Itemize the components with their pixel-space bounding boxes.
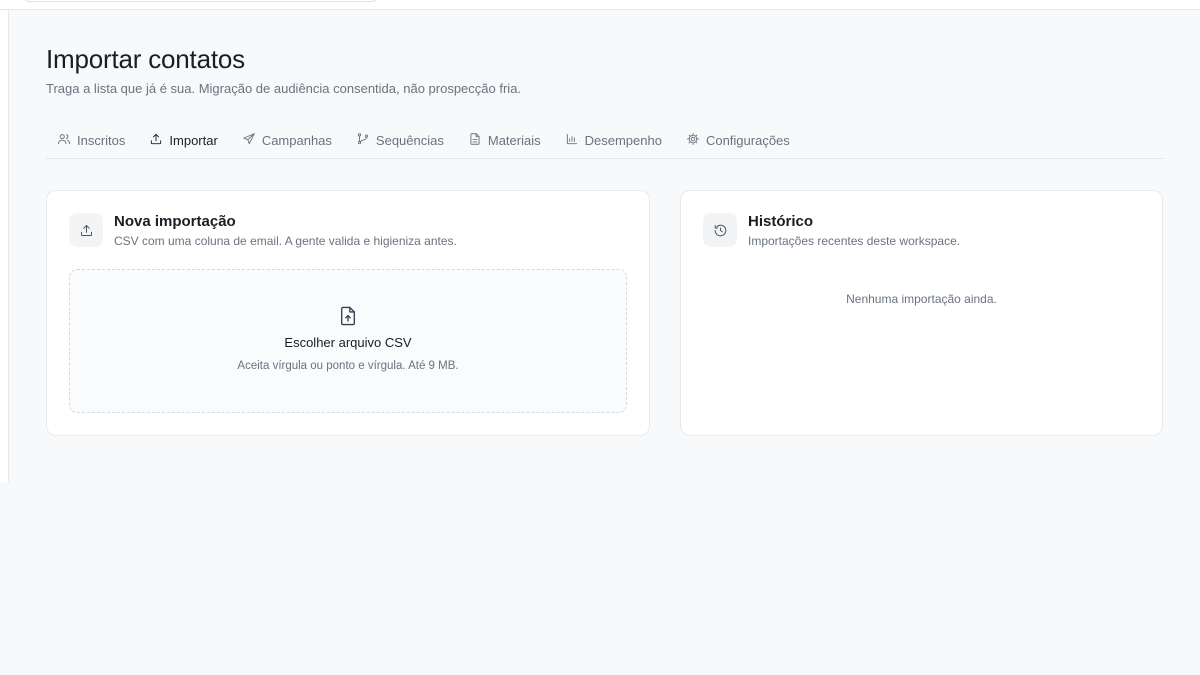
new-import-description: CSV com uma coluna de email. A gente val… bbox=[114, 234, 457, 248]
tab-inscritos[interactable]: Inscritos bbox=[46, 122, 137, 158]
sidebar bbox=[0, 10, 9, 482]
tab-campanhas[interactable]: Campanhas bbox=[230, 122, 344, 158]
choose-csv-button[interactable]: Escolher arquivo CSV bbox=[70, 335, 626, 350]
history-title: Histórico bbox=[748, 213, 814, 230]
send-icon bbox=[242, 132, 256, 149]
tab-sequencias[interactable]: Sequências bbox=[344, 122, 456, 158]
users-icon bbox=[57, 132, 71, 149]
tab-materiais[interactable]: Materiais bbox=[456, 122, 553, 158]
git-branch-icon bbox=[356, 132, 370, 149]
history-icon bbox=[703, 213, 737, 247]
top-bar bbox=[0, 0, 1200, 10]
history-empty-state: Nenhuma importação ainda. bbox=[846, 292, 997, 306]
upload-icon bbox=[69, 213, 103, 247]
page-subtitle: Traga a lista que já é sua. Migração de … bbox=[46, 81, 522, 96]
gear-icon bbox=[686, 132, 700, 149]
tab-desempenho[interactable]: Desempenho bbox=[553, 122, 674, 158]
file-text-icon bbox=[468, 132, 482, 149]
tab-label: Importar bbox=[169, 132, 218, 148]
search-input[interactable] bbox=[22, 0, 380, 2]
tab-label: Inscritos bbox=[77, 132, 126, 148]
page-title: Importar contatos bbox=[46, 44, 245, 74]
tab-bar: Inscritos Importar Campanhas Sequências … bbox=[46, 122, 1164, 159]
history-description: Importações recentes deste workspace. bbox=[748, 234, 961, 248]
new-import-title: Nova importação bbox=[114, 213, 236, 230]
history-card: Histórico Importações recentes deste wor… bbox=[680, 190, 1163, 436]
tab-configuracoes[interactable]: Configurações bbox=[674, 122, 802, 158]
tab-importar[interactable]: Importar bbox=[137, 122, 229, 158]
tab-label: Configurações bbox=[705, 132, 790, 148]
csv-dropzone[interactable]: Escolher arquivo CSV Aceita vírgula ou p… bbox=[69, 269, 627, 413]
tab-label: Campanhas bbox=[261, 132, 332, 148]
file-upload-icon bbox=[339, 306, 357, 326]
new-import-card: Nova importação CSV com uma coluna de em… bbox=[46, 190, 650, 436]
tab-label: Desempenho bbox=[584, 132, 662, 148]
tab-label: Materiais bbox=[487, 132, 541, 148]
upload-icon bbox=[149, 132, 163, 149]
dropzone-hint: Aceita vírgula ou ponto e vírgula. Até 9… bbox=[237, 360, 459, 372]
bar-chart-icon bbox=[565, 132, 579, 149]
tab-label: Sequências bbox=[375, 132, 444, 148]
